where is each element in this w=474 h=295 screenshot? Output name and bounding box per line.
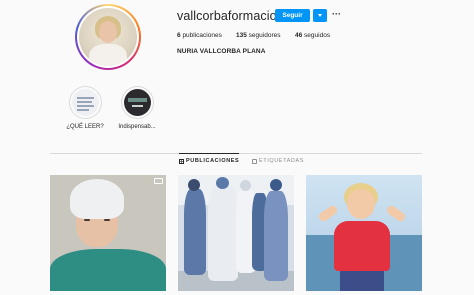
profile-username: vallcorbaformacion xyxy=(177,9,284,23)
tab-etiquetadas[interactable]: ETIQUETADAS xyxy=(252,156,304,166)
profile-avatar[interactable] xyxy=(75,4,141,70)
following-stat[interactable]: 46 seguidos xyxy=(295,32,330,39)
tab-label: PUBLICACIONES xyxy=(186,158,240,164)
highlight-ring xyxy=(68,86,102,119)
profile-full-name: NURIA VALLCORBA PLANA xyxy=(177,48,266,55)
post-figure xyxy=(208,185,238,281)
highlight-indispensable[interactable]: Indispensab... xyxy=(107,86,167,130)
suggested-accounts-dropdown-button[interactable] xyxy=(313,9,327,22)
post-thumbnail[interactable] xyxy=(306,175,422,291)
followers-label: seguidores xyxy=(248,32,281,39)
highlight-ring xyxy=(120,86,154,119)
tag-icon xyxy=(252,158,257,164)
follow-button[interactable]: Seguir xyxy=(275,9,310,22)
highlight-cover xyxy=(71,89,99,116)
post-figure-head xyxy=(240,180,251,191)
post-figure xyxy=(184,189,206,275)
followers-stat[interactable]: 135 seguidores xyxy=(236,32,280,39)
highlight-label: Indispensab... xyxy=(118,124,156,130)
following-label: seguidos xyxy=(304,32,331,39)
avatar-face xyxy=(99,21,117,43)
post-figure-head xyxy=(188,179,200,191)
post-figure-shorts xyxy=(340,271,384,291)
highlight-label: ¿QUÉ LEER? xyxy=(66,124,104,130)
post-figure-shirt xyxy=(334,221,390,271)
following-count: 46 xyxy=(295,32,303,39)
post-figure-arm xyxy=(317,204,339,223)
grid-icon xyxy=(179,158,184,164)
avatar-photo xyxy=(79,8,137,66)
post-figure-cap xyxy=(70,179,124,219)
post-figure-eye xyxy=(84,219,90,221)
highlight-cover xyxy=(123,89,151,116)
post-figure-gown xyxy=(50,249,166,291)
tab-label: ETIQUETADAS xyxy=(259,158,305,164)
post-figure-head xyxy=(270,179,282,191)
posts-stat: 6 publicaciones xyxy=(177,32,222,39)
post-figure xyxy=(264,191,288,281)
tab-publicaciones[interactable]: PUBLICACIONES xyxy=(179,153,240,166)
post-figure-head xyxy=(216,177,229,189)
posts-count: 6 xyxy=(177,32,181,39)
posts-label: publicaciones xyxy=(182,32,222,39)
post-thumbnail[interactable] xyxy=(178,175,294,291)
avatar-frame xyxy=(77,6,139,68)
post-figure-eye xyxy=(104,219,110,221)
more-options-icon[interactable]: ··· xyxy=(332,9,342,22)
post-thumbnail[interactable] xyxy=(50,175,166,291)
post-figure-face xyxy=(347,189,375,219)
video-icon xyxy=(154,178,163,184)
followers-count: 135 xyxy=(236,32,247,39)
avatar-body xyxy=(89,44,127,66)
highlight-que-leer[interactable]: ¿QUÉ LEER? xyxy=(55,86,115,130)
post-figure-arm xyxy=(385,204,407,223)
